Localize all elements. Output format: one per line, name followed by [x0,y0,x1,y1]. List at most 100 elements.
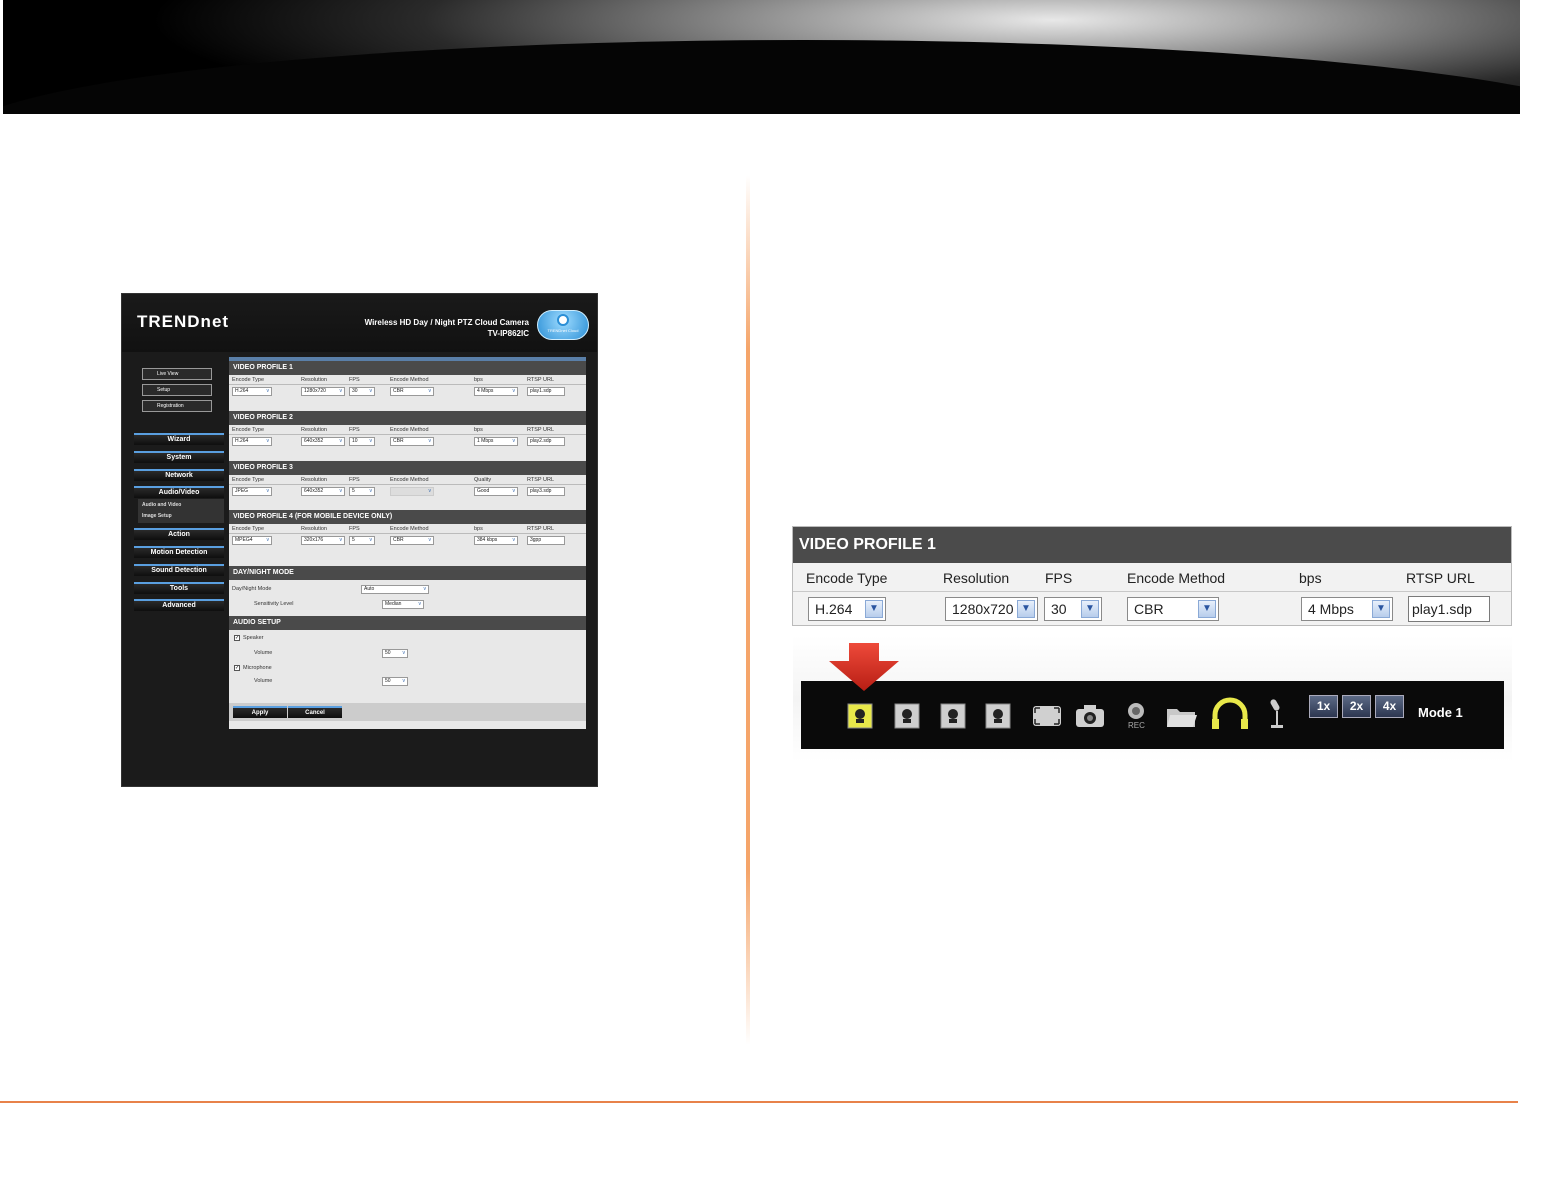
chevron-down-icon: ▼ [865,600,883,618]
column-divider [746,175,750,1045]
speaker-volume-select[interactable]: 50 [382,649,408,658]
video-profile-3-heading: VIDEO PROFILE 3 [229,461,586,475]
profile-1-columns: Encode Type Resolution FPS Encode Method bps… [229,375,586,385]
profile-column-label: Encode Type [232,526,265,532]
profile-select[interactable]: H.264 [232,437,272,446]
profile-column-label: Resolution [301,377,327,383]
folder-icon[interactable] [1165,703,1199,729]
profile-column-label: Encode Method [390,526,429,532]
nav-audio-video[interactable]: Audio/Video [134,486,224,498]
profile-rtsp-input[interactable]: 3gpp [527,536,565,545]
bps-select[interactable]: 4 Mbps ▼ [1301,597,1393,621]
day-night-select[interactable]: Auto [361,585,429,594]
profile-column-label: Encode Type [232,427,265,433]
encode-method-select[interactable]: CBR ▼ [1127,597,1219,621]
profile-select[interactable]: 10 [349,437,375,446]
profile-select[interactable]: 30 [349,387,375,396]
profile-select[interactable]: 320x176 [301,536,345,545]
resolution-select[interactable]: 1280x720 ▼ [945,597,1038,621]
cloud-logo-icon: TRENDnet Cloud [537,310,589,340]
nav-tools[interactable]: Tools [134,582,224,594]
cancel-button[interactable]: Cancel [288,706,342,718]
profile-select[interactable]: MPEG4 [232,536,272,545]
nav-image-setup[interactable]: Image Setup [142,513,172,519]
profile-select[interactable] [390,487,434,496]
headphone-icon[interactable] [1209,697,1251,731]
profile-select[interactable]: 5 [349,536,375,545]
profile-column-label: Encode Method [390,377,429,383]
profile-select[interactable]: 640x352 [301,437,345,446]
profile-column-label: bps [474,377,483,383]
video-profile-1-icon[interactable] [847,703,873,729]
rec-label: REC [1128,721,1145,730]
profile-rtsp-input[interactable]: play3.sdp [527,487,565,496]
col-resolution: Resolution [943,570,1010,586]
col-bps: bps [1299,570,1322,586]
profile-column-label: Encode Method [390,427,429,433]
profile-select[interactable]: 1280x720 [301,387,345,396]
profile-column-label: bps [474,526,483,532]
profile-select[interactable]: 640x352 [301,487,345,496]
profile-rtsp-input[interactable]: play1.sdp [527,387,565,396]
col-rtsp-url: RTSP URL [1406,570,1475,586]
profile-rtsp-input[interactable]: play2.sdp [527,437,565,446]
profile-select[interactable]: 4 Mbps [474,387,518,396]
profile-select[interactable]: Good [474,487,518,496]
chevron-down-icon: ▼ [1017,600,1035,618]
nav-live-view[interactable]: Live View [142,368,212,380]
nav-network[interactable]: Network [134,469,224,481]
profile-select[interactable]: JPEG [232,487,272,496]
nav-action[interactable]: Action [134,528,224,540]
mic-volume-label: Volume [254,678,273,684]
profile-select[interactable]: 1 Mbps [474,437,518,446]
footer-line [0,1101,1518,1103]
zoom-4x-button[interactable]: 4x [1375,695,1404,718]
fps-select[interactable]: 30 ▼ [1044,597,1102,621]
microphone-icon[interactable] [1263,697,1289,731]
sensitivity-select[interactable]: Median [382,600,424,609]
profile-select[interactable]: 5 [349,487,375,496]
encode-type-select[interactable]: H.264 ▼ [808,597,886,621]
video-profile-4-icon[interactable] [985,703,1011,729]
snapshot-camera-icon[interactable] [1074,703,1106,729]
microphone-checkbox[interactable]: ✓ [234,665,240,671]
red-down-arrow-icon [829,643,899,691]
profile-column-label: Encode Type [232,477,265,483]
profile-select[interactable]: CBR [390,437,434,446]
nav-setup[interactable]: Setup [142,384,212,396]
nav-motion-detection[interactable]: Motion Detection [134,546,224,558]
profile-select[interactable]: H.264 [232,387,272,396]
profile-column-label: FPS [349,427,360,433]
manual-page: TRENDnet Wireless HD Day / Night PTZ Clo… [0,0,1548,1200]
camera-settings-panel: VIDEO PROFILE 1 Encode Type Resolution FPS E… [229,357,586,729]
mic-volume-select[interactable]: 50 [382,677,408,686]
nav-advanced[interactable]: Advanced [134,599,224,611]
zoom-2x-button[interactable]: 2x [1342,695,1371,718]
profile-column-label: FPS [349,526,360,532]
profile-4-columns: Encode Type Resolution FPS Encode Method bps… [229,524,586,534]
profile-column-label: Resolution [301,427,327,433]
profile-2-columns: Encode Type Resolution FPS Encode Method bps… [229,425,586,435]
video-profile-3-icon[interactable] [940,703,966,729]
video-profile-2-icon[interactable] [894,703,920,729]
nav-system[interactable]: System [134,451,224,463]
nav-sound-detection[interactable]: Sound Detection [134,564,224,576]
profile-select[interactable]: CBR [390,387,434,396]
audio-setup-heading: AUDIO SETUP [229,616,586,630]
profile-column-label: bps [474,427,483,433]
profile-column-label: Resolution [301,477,327,483]
profile-select[interactable]: CBR [390,536,434,545]
nav-registration[interactable]: Registration [142,400,212,412]
profile-column-label: FPS [349,377,360,383]
speaker-checkbox[interactable]: ✓ [234,635,240,641]
profile-3-values: JPEG 640x352 5 Good play3.sdp [229,485,586,499]
rtsp-url-input[interactable]: play1.sdp [1408,596,1490,622]
profile-select[interactable]: 384 kbps [474,536,518,545]
apply-button[interactable]: Apply [233,706,287,718]
nav-wizard[interactable]: Wizard [134,433,224,445]
profile-3-columns: Encode Type Resolution FPS Encode Method Qua… [229,475,586,485]
nav-audio-and-video[interactable]: Audio and Video [142,502,181,508]
fullscreen-icon[interactable] [1031,703,1063,729]
zoom-1x-button[interactable]: 1x [1309,695,1338,718]
video-profile-columns: Encode Type Resolution FPS Encode Method… [793,563,1511,592]
